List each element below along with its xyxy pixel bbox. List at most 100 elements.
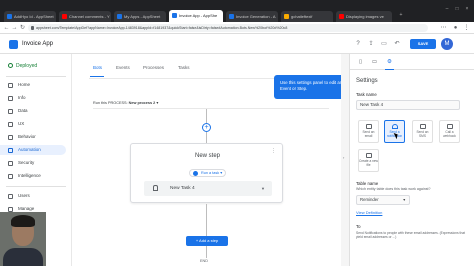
task-type-email[interactable]: Send an email — [358, 120, 379, 143]
tab-favicon-icon — [172, 13, 177, 18]
task-type-file[interactable]: Create a new file — [358, 149, 379, 172]
tab-favicon-icon — [229, 14, 234, 19]
behavior-icon — [8, 135, 13, 140]
task-select[interactable]: New Task 4 ▼ — [144, 181, 272, 196]
task-type-sms[interactable]: Send an SMS — [412, 120, 433, 143]
sidebar-item-security[interactable]: Security — [0, 158, 72, 168]
dropdown-arrow-icon: ▼ — [402, 198, 406, 202]
maximize-icon[interactable]: □ — [454, 6, 460, 12]
sidebar-item-info[interactable]: Info — [0, 93, 72, 103]
browser-tab[interactable]: Channel comments - Y — [59, 11, 111, 22]
reload-icon[interactable]: ↻ — [19, 24, 26, 32]
tab-title: Invoice App - AppShe — [179, 13, 218, 18]
sidebar-item-home[interactable]: Home — [0, 80, 72, 90]
browser-tab[interactable]: My Apps - AppSheet — [114, 11, 166, 22]
chevron-down-icon: ▾ — [219, 171, 223, 175]
sidebar-item-label: UX — [18, 121, 25, 126]
task-type-webhook[interactable]: Call a webhook — [439, 120, 460, 143]
browser-tab[interactable]: gchatleftexif — [281, 11, 333, 22]
settings-gear-icon[interactable]: ⚙ — [386, 59, 393, 66]
undo-icon[interactable]: ↶ — [393, 40, 401, 48]
webhook-icon — [447, 124, 453, 129]
tab-favicon-icon — [62, 14, 67, 19]
home-icon — [8, 83, 13, 88]
tablet-preview-icon[interactable]: ▭ — [371, 59, 378, 66]
users-icon — [8, 194, 13, 199]
tab-title: Channel comments - Y — [69, 14, 110, 19]
add-step-button[interactable]: + Add a step — [186, 236, 228, 246]
browser-menu-icon[interactable]: ⋮ — [463, 24, 470, 32]
table-name-select[interactable]: Reminder ▼ — [356, 195, 410, 205]
view-definition-link[interactable]: View Definition — [356, 210, 382, 215]
sidebar-item-behavior[interactable]: Behavior — [0, 132, 72, 142]
ux-icon — [8, 122, 13, 127]
url-input[interactable]: appsheet.com/Template/AppDef?appName=Inv… — [28, 24, 428, 32]
tab-title: Invoice Generation - A — [236, 14, 276, 19]
app-name: Invoice App — [22, 41, 54, 47]
tab-tasks[interactable]: Tasks — [178, 65, 190, 70]
tab-processes[interactable]: Processes — [143, 65, 164, 70]
app-header: Invoice App ? ⇪ ▭ ↶ SAVE M — [0, 35, 474, 54]
help-icon[interactable]: ? — [354, 40, 362, 48]
tab-events[interactable]: Events — [116, 65, 130, 70]
preview-icon[interactable]: ▭ — [380, 40, 388, 48]
sidebar-item-ux[interactable]: UX — [0, 119, 72, 129]
task-name-label: Task name — [356, 92, 377, 97]
browser-tab[interactable]: Displaying images ve — [336, 11, 392, 22]
settings-heading: Settings — [356, 78, 378, 84]
divider — [6, 186, 66, 187]
task-select-value: New Task 4 — [170, 186, 195, 191]
tab-bots[interactable]: Bots — [93, 65, 102, 70]
panel-splitter[interactable] — [341, 54, 349, 266]
sidebar-item-data[interactable]: Data — [0, 106, 72, 116]
extension-icon[interactable]: ⋯ — [440, 24, 447, 32]
insert-step-plus-icon[interactable]: + — [202, 123, 211, 132]
panel-tabs: ▯ ▭ ⚙ — [350, 54, 474, 70]
back-icon[interactable]: ← — [3, 24, 10, 32]
webcam-overlay — [0, 212, 46, 266]
flow-connector — [206, 132, 207, 143]
new-tab-icon[interactable]: + — [398, 12, 404, 18]
sidebar-item-label: Manage — [18, 206, 35, 211]
close-window-icon[interactable]: × — [464, 6, 470, 12]
mobile-preview-icon[interactable]: ▯ — [357, 59, 364, 66]
browser-tab[interactable]: AddHyo Id - AppSheet — [4, 11, 56, 22]
collapse-panel-icon[interactable]: › — [343, 155, 344, 160]
database-icon — [8, 109, 13, 114]
avatar[interactable]: M — [441, 38, 453, 50]
run-task-chip[interactable]: Run a task ▾ — [189, 169, 226, 177]
tab-favicon-icon — [7, 14, 12, 19]
task-icon — [193, 171, 198, 176]
appsheet-logo-icon — [9, 40, 18, 49]
task-type-label: Create a new file — [359, 159, 378, 167]
step-card[interactable]: ⋮ New step Run a task ▾ New Task 4 ▼ — [130, 143, 283, 203]
check-circle-icon — [8, 63, 13, 69]
browser-address-bar: ← → ↻ appsheet.com/Template/AppDef?appNa… — [0, 22, 474, 34]
tab-title: Displaying images ve — [346, 14, 384, 19]
sidebar-item-users[interactable]: Users — [0, 191, 72, 201]
sidebar-item-automation[interactable]: Automation — [0, 145, 66, 155]
task-name-input[interactable]: New Task 4 — [356, 100, 460, 110]
sidebar-item-label: Info — [18, 95, 26, 100]
save-button[interactable]: SAVE — [410, 39, 436, 49]
tab-favicon-icon — [117, 14, 122, 19]
share-icon[interactable]: ⇪ — [367, 40, 375, 48]
deployed-label: Deployed — [16, 63, 38, 69]
sidebar-item-label: Security — [18, 160, 35, 165]
robot-icon — [8, 148, 13, 153]
flow-connector — [206, 204, 207, 236]
sidebar-item-label: Data — [18, 108, 28, 113]
browser-tab-active[interactable]: Invoice App - AppShe — [169, 10, 223, 22]
profile-icon[interactable]: ● — [452, 24, 459, 32]
info-icon — [8, 96, 13, 101]
step-title[interactable]: New step — [131, 153, 284, 159]
browser-tab[interactable]: Invoice Generation - A — [226, 11, 278, 22]
forward-icon[interactable]: → — [11, 24, 18, 32]
mail-icon — [366, 124, 372, 129]
process-name-dropdown[interactable]: New process 2 — [129, 101, 156, 105]
sidebar-item-intelligence[interactable]: Intelligence — [0, 171, 72, 181]
task-type-label: Call a webhook — [443, 130, 456, 138]
bell-icon — [153, 185, 158, 191]
minimize-icon[interactable]: – — [444, 6, 450, 12]
deployed-status: Deployed — [8, 63, 37, 69]
